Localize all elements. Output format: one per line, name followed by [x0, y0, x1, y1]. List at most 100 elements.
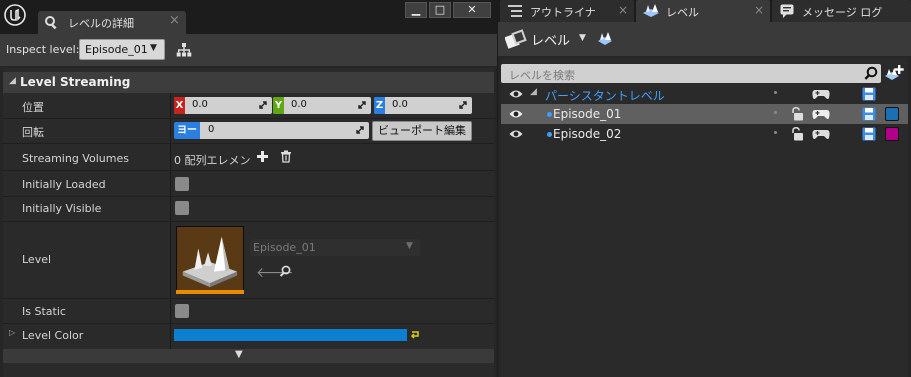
inspect-level-dropdown[interactable]: Episode_01 ▼ — [79, 39, 165, 60]
tab-message-log[interactable]: メッセージ ログ — [772, 0, 911, 22]
level-color-swatch[interactable] — [174, 329, 407, 341]
position-y-value: 0.0 — [291, 99, 307, 110]
row-divider — [3, 221, 494, 222]
initially-visible-label: Initially Visible — [22, 202, 102, 215]
level-streaming-section-header[interactable]: ◢ Level Streaming — [3, 72, 494, 93]
level-dot-icon — [547, 112, 552, 117]
level-row-episode-02[interactable]: Episode_02 — [501, 124, 908, 144]
row-divider — [3, 196, 494, 197]
drag-handle-icon[interactable] — [258, 100, 268, 110]
drag-handle-icon[interactable] — [357, 100, 367, 110]
inspect-level-label: Inspect level: — [6, 43, 80, 56]
magnifier-icon — [45, 16, 57, 30]
levels-menu-icon[interactable] — [505, 28, 527, 50]
tab-outliner-label: アウトライナ — [530, 6, 596, 19]
level-row-persistent[interactable]: ◢ パーシスタントレベル — [501, 84, 908, 104]
level-color-swatch[interactable] — [885, 127, 899, 141]
trash-icon[interactable] — [280, 150, 292, 163]
y-axis-tag: Y — [273, 97, 284, 114]
level-name: Episode_01 — [553, 107, 622, 121]
rotation-label: 回転 — [22, 126, 44, 139]
save-icon[interactable] — [862, 127, 876, 141]
tab-outliner[interactable]: アウトライナ × — [500, 0, 634, 22]
unreal-logo-icon[interactable] — [4, 4, 26, 26]
visibility-eye-icon[interactable] — [509, 109, 523, 119]
level-details-icon[interactable] — [597, 31, 613, 47]
save-icon[interactable] — [862, 107, 876, 121]
gamepad-icon[interactable] — [812, 88, 830, 100]
tab-close-icon[interactable]: × — [618, 3, 628, 17]
drag-handle-icon[interactable] — [355, 125, 365, 135]
collapse-arrow-icon[interactable]: ◢ — [530, 87, 537, 97]
visibility-eye-icon[interactable] — [509, 129, 523, 139]
visibility-eye-icon[interactable] — [509, 89, 523, 99]
level-asset-value: Episode_01 — [253, 241, 316, 254]
position-z-field[interactable]: Z 0.0 — [374, 97, 472, 114]
position-y-field[interactable]: Y 0.0 — [273, 97, 371, 114]
tab-close-icon[interactable]: × — [169, 13, 180, 28]
level-name: Episode_02 — [553, 127, 622, 141]
chevron-down-icon: ▼ — [150, 43, 157, 53]
tab-levels[interactable]: レベル × — [636, 0, 770, 22]
message-log-icon — [780, 4, 794, 18]
x-axis-tag: X — [174, 97, 185, 114]
viewport-edit-button[interactable]: ビューポート編集 — [372, 121, 472, 141]
gamepad-icon[interactable] — [812, 128, 830, 140]
details-tab-label: レベルの詳細 — [68, 17, 134, 30]
hierarchy-icon[interactable] — [176, 42, 192, 58]
lock-icon[interactable] — [790, 127, 804, 141]
chevron-down-icon[interactable]: ▼ — [579, 33, 586, 43]
close-window-button[interactable]: ✕ — [453, 2, 491, 18]
initially-loaded-checkbox[interactable] — [175, 177, 189, 191]
save-icon[interactable] — [862, 87, 876, 101]
asset-type-bar — [176, 290, 244, 294]
tab-message-log-label: メッセージ ログ — [802, 6, 883, 19]
status-dot — [774, 111, 777, 114]
position-x-field[interactable]: X 0.0 — [174, 97, 272, 114]
level-asset-thumbnail[interactable] — [176, 226, 244, 294]
chevron-down-icon: ▼ — [406, 241, 413, 251]
level-details-window: レベルの詳細 × ▁ □ ✕ Inspect level: Episode_01… — [0, 0, 497, 377]
array-elements-count: 0 配列エレメン — [174, 154, 251, 167]
position-x-value: 0.0 — [192, 99, 208, 110]
tab-close-icon[interactable]: × — [754, 3, 764, 17]
rotation-yaw-field[interactable]: 0 — [200, 122, 369, 139]
browse-search-icon[interactable] — [279, 265, 291, 277]
level-dot-icon — [547, 132, 552, 137]
reset-to-default-icon[interactable] — [410, 329, 420, 339]
initially-visible-checkbox[interactable] — [175, 201, 189, 215]
gamepad-icon[interactable] — [812, 108, 830, 120]
level-color-swatch[interactable] — [885, 107, 899, 121]
drag-handle-icon[interactable] — [458, 100, 468, 110]
advanced-expand-bar[interactable]: ▼ — [3, 349, 494, 363]
is-static-checkbox[interactable] — [175, 304, 189, 318]
outliner-icon — [508, 5, 522, 17]
tab-levels-label: レベル — [666, 6, 699, 19]
row-divider — [3, 323, 494, 324]
status-dot — [774, 91, 777, 94]
initially-loaded-label: Initially Loaded — [22, 178, 106, 191]
levels-icon — [643, 4, 659, 17]
details-tab[interactable]: レベルの詳細 × — [38, 11, 186, 34]
level-search-input[interactable]: レベルを検索 — [501, 64, 881, 83]
search-icon[interactable] — [864, 66, 878, 80]
rotation-yaw-value: 0 — [208, 124, 215, 135]
position-label: 位置 — [22, 101, 44, 114]
streaming-volumes-label: Streaming Volumes — [22, 152, 129, 165]
lock-icon[interactable] — [790, 107, 804, 121]
search-placeholder: レベルを検索 — [509, 69, 575, 82]
is-static-label: Is Static — [22, 305, 66, 318]
inspect-level-value: Episode_01 — [85, 43, 148, 56]
maximize-button[interactable]: □ — [429, 2, 451, 18]
minimize-button[interactable]: ▁ — [405, 2, 427, 18]
level-asset-dropdown[interactable]: Episode_01 ▼ — [250, 239, 420, 256]
add-level-icon[interactable] — [884, 64, 904, 82]
levels-menu-label[interactable]: レベル — [531, 30, 570, 49]
position-z-value: 0.0 — [392, 99, 408, 110]
levels-window: アウトライナ × レベル × メッセージ ログ レベル ▼ レベルを検索 ◢ パ… — [498, 0, 911, 377]
status-dot — [774, 131, 777, 134]
section-title: Level Streaming — [20, 75, 131, 89]
add-element-icon[interactable] — [256, 150, 269, 163]
level-row-episode-01[interactable]: Episode_01 — [501, 104, 908, 124]
expand-arrow-icon[interactable]: ▷ — [9, 328, 15, 337]
